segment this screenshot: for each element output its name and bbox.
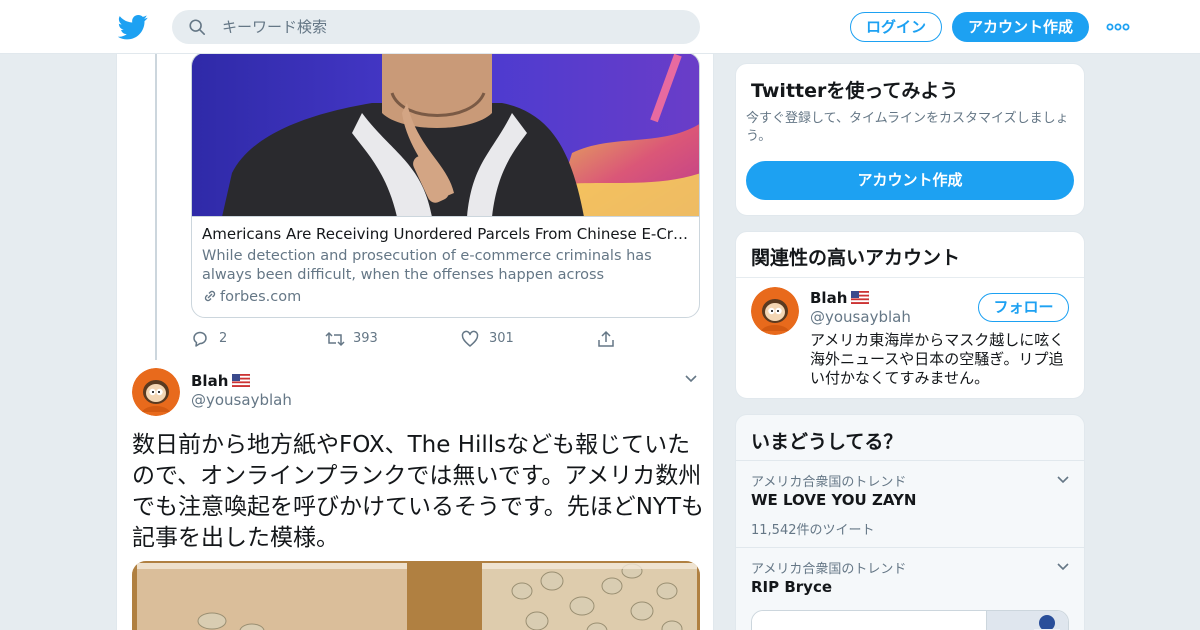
twitter-bird-icon[interactable]: [118, 12, 148, 42]
like-button[interactable]: 301: [461, 328, 541, 350]
trend-media-thumbnail: [752, 611, 1068, 630]
signup-box-title: Twitterを使ってみよう: [751, 80, 959, 102]
thread-connector-line: [155, 54, 157, 360]
chevron-down-icon[interactable]: [1056, 562, 1070, 572]
follow-button[interactable]: フォロー: [978, 293, 1069, 322]
trend-media-card[interactable]: [751, 610, 1069, 630]
search-input[interactable]: [222, 10, 682, 44]
trend-context: アメリカ合衆国のトレンド: [751, 475, 907, 490]
trends-title: いまどうしてる？: [751, 431, 903, 453]
card-title: Americans Are Receiving Unordered Parcel…: [202, 225, 692, 243]
signup-button[interactable]: アカウント作成: [952, 12, 1089, 42]
avatar[interactable]: [132, 368, 180, 416]
trend-context: アメリカ合衆国のトレンド: [751, 562, 907, 577]
related-account-name-text: Blah: [810, 289, 848, 307]
trend-tweet-count: 11,542件のツイート: [751, 523, 875, 538]
seed-packets-photo: [132, 561, 700, 630]
card-image: [192, 54, 699, 217]
tweet-actions: 2 393 301: [191, 328, 631, 350]
divider: [736, 277, 1084, 278]
us-flag-icon: [851, 291, 870, 304]
retweet-icon: [325, 331, 345, 347]
share-icon: [598, 330, 614, 347]
related-account-bio: アメリカ東海岸からマスク越しに呟く海外ニュースや日本の空騒ぎ。リプ追い付かなくて…: [810, 331, 1065, 387]
more-icon[interactable]: [1106, 18, 1130, 36]
like-count: 301: [489, 331, 514, 346]
avatar-image: [132, 368, 180, 416]
signup-box-subtitle: 今すぐ登録して、タイムラインをカスタマイズしましょう。: [746, 111, 1069, 144]
search-box[interactable]: [172, 10, 700, 44]
reply-button[interactable]: 2: [191, 328, 251, 350]
card-domain-text: forbes.com: [220, 289, 302, 305]
card-domain: forbes.com: [202, 289, 301, 305]
chevron-down-icon[interactable]: [684, 374, 698, 384]
chevron-down-icon[interactable]: [1056, 475, 1070, 485]
link-icon: [204, 290, 216, 302]
link-preview-card[interactable]: Americans Are Receiving Unordered Parcel…: [191, 54, 700, 318]
trend-item[interactable]: アメリカ合衆国のトレンド WE LOVE YOU ZAYN 11,542件のツイ…: [736, 461, 1084, 547]
trends-box: いまどうしてる？ アメリカ合衆国のトレンド WE LOVE YOU ZAYN 1…: [735, 414, 1085, 630]
related-accounts-title: 関連性の高いアカウント: [751, 247, 961, 269]
login-button[interactable]: ログイン: [850, 12, 942, 42]
signup-prompt-box: Twitterを使ってみよう 今すぐ登録して、タイムラインをカスタマイズしましょ…: [735, 63, 1085, 216]
trend-name: WE LOVE YOU ZAYN: [751, 491, 917, 509]
top-navigation-bar: ログイン アカウント作成: [0, 0, 1200, 54]
avatar[interactable]: [751, 287, 799, 335]
tweet-author-name-text: Blah: [191, 372, 229, 390]
retweet-count: 393: [353, 331, 378, 346]
tweet-photo[interactable]: [132, 561, 700, 630]
reply-icon: [193, 331, 207, 347]
related-account-name[interactable]: Blah: [810, 289, 870, 307]
related-accounts-box: 関連性の高いアカウント Blah @yousayblah フォロー アメリカ東海…: [735, 231, 1085, 399]
avatar-image: [751, 287, 799, 335]
related-account-handle[interactable]: @yousayblah: [810, 308, 911, 326]
tweet-text: 数日前から地方紙やFOX、The Hillsなども報じていたので、オンラインプラ…: [132, 432, 705, 551]
share-button[interactable]: [597, 328, 621, 350]
like-icon: [461, 330, 479, 347]
card-description: While detection and prosecution of e-com…: [202, 248, 652, 283]
search-icon: [189, 19, 206, 36]
signup-box-button[interactable]: アカウント作成: [746, 161, 1074, 200]
card-photo-illustration: [192, 54, 699, 216]
tweet-author-name[interactable]: Blah: [191, 372, 251, 390]
retweet-button[interactable]: 393: [325, 328, 405, 350]
trend-name: RIP Bryce: [751, 578, 833, 596]
tweet-author-handle[interactable]: @yousayblah: [191, 391, 292, 409]
us-flag-icon: [232, 374, 251, 387]
reply-count: 2: [219, 331, 228, 346]
timeline-column: Americans Are Receiving Unordered Parcel…: [116, 54, 714, 630]
